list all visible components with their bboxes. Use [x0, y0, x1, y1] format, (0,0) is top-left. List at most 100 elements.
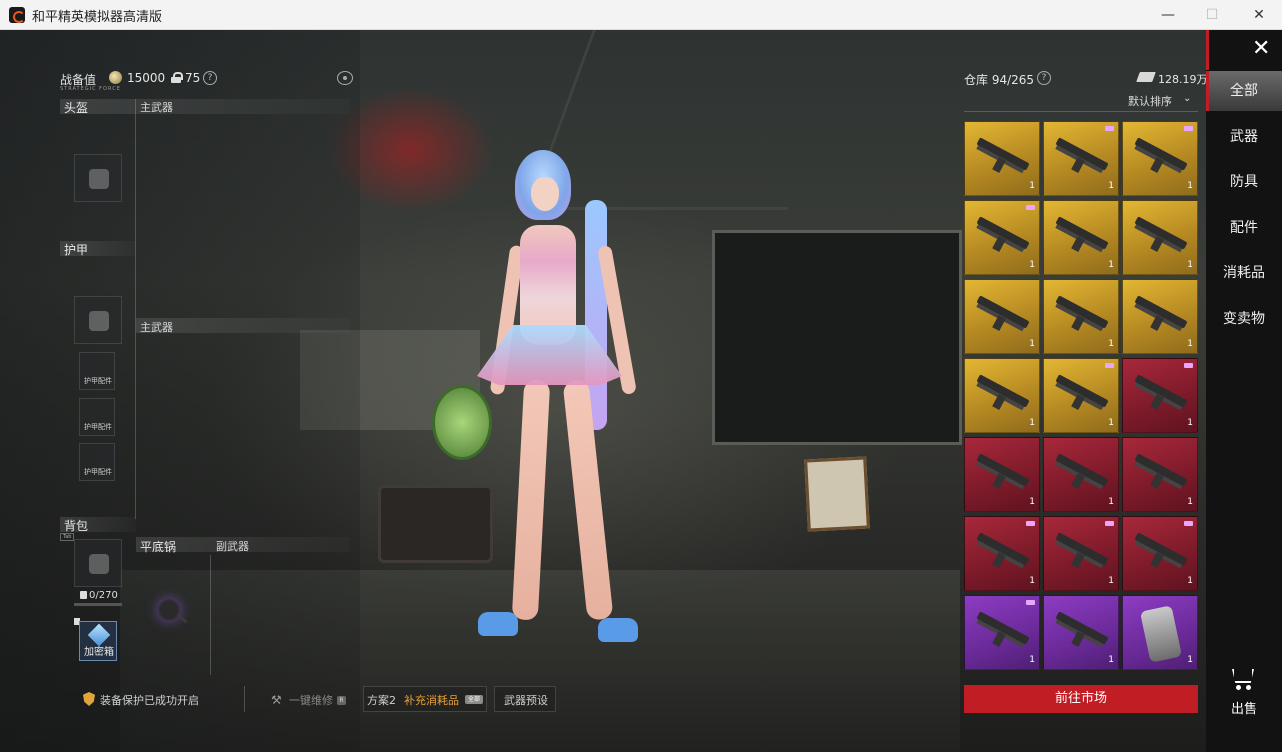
character-shoe-right — [598, 618, 638, 642]
item-cell[interactable]: 1 — [1043, 200, 1119, 275]
item-quantity: 1 — [1187, 418, 1193, 428]
item-cell[interactable]: 1 — [1043, 121, 1119, 196]
coin-icon — [109, 71, 122, 84]
item-quantity: 1 — [1187, 181, 1193, 191]
backpack-label: 背包 — [64, 519, 89, 533]
armor-attachment-label: 护甲配件 — [84, 377, 112, 385]
tab-hotkey-tag: Tab — [60, 533, 75, 541]
warehouse-header: 仓库 94/265 — [964, 71, 1034, 88]
item-cell[interactable]: 1 — [964, 595, 1040, 670]
backpack-slot[interactable] — [74, 539, 122, 587]
item-cell[interactable]: 1 — [1043, 358, 1119, 433]
item-cell[interactable]: 1 — [1043, 516, 1119, 591]
close-window-button[interactable]: ✕ — [1236, 0, 1282, 30]
item-cell[interactable]: 1 — [1043, 279, 1119, 354]
rifle-grip — [1150, 393, 1164, 411]
armor-attachment-slot-1[interactable]: 护甲配件 — [79, 352, 115, 390]
sidebar-tab[interactable]: 防具 — [1206, 162, 1282, 202]
rifle-grip — [992, 156, 1006, 174]
item-cell[interactable]: 1 — [964, 279, 1040, 354]
sort-dropdown[interactable]: 默认排序 — [1128, 93, 1172, 109]
repair-hotkey: R — [337, 696, 346, 705]
item-quantity: 1 — [1108, 339, 1114, 349]
item-cell[interactable]: 1 — [1043, 595, 1119, 670]
warehouse-label: 仓库 — [964, 73, 989, 87]
item-cell[interactable]: 1 — [1122, 200, 1198, 275]
secret-box-slot[interactable]: 加密箱 — [79, 621, 117, 661]
character-face — [531, 177, 559, 211]
item-quantity: 1 — [1029, 260, 1035, 270]
attachment-badge-icon — [1026, 521, 1035, 526]
melee-label: 平底锅 — [140, 540, 177, 554]
money-icon — [1136, 72, 1156, 82]
background-paper — [804, 456, 870, 532]
sidebar-tab[interactable]: 全部 — [1206, 71, 1282, 111]
rifle-grip — [1071, 235, 1085, 253]
rifle-grip — [1071, 314, 1085, 332]
item-quantity: 1 — [1029, 576, 1035, 586]
window-title: 和平精英模拟器高清版 — [32, 10, 163, 25]
help-icon[interactable]: ? — [203, 71, 217, 85]
item-cell[interactable]: 1 — [964, 358, 1040, 433]
armor-attachment-slot-3[interactable]: 护甲配件 — [79, 443, 115, 481]
primary-weapon-label-1: 主武器 — [140, 101, 173, 114]
item-cell[interactable]: 1 — [964, 437, 1040, 512]
rifle-grip — [1071, 156, 1085, 174]
cart-wheel — [1236, 685, 1241, 690]
cart-icon[interactable] — [1228, 665, 1258, 691]
eye-icon[interactable] — [337, 71, 353, 85]
sidebar-tab[interactable]: 配件 — [1206, 208, 1282, 248]
locked-value: 75 — [185, 71, 201, 85]
repair-button[interactable]: 一键维修 — [289, 692, 333, 708]
warehouse-help-icon[interactable]: ? — [1037, 71, 1051, 85]
close-icon[interactable]: ✕ — [1252, 38, 1270, 60]
app-window: 和平精英模拟器高清版 — ☐ ✕ 战备值 STRATEGIC FORCE 150… — [0, 0, 1282, 752]
attachment-badge-icon — [1026, 205, 1035, 210]
item-quantity: 1 — [1029, 181, 1035, 191]
backpack-capacity: 0/270 — [89, 590, 118, 601]
sidebar-tab[interactable]: 变卖物 — [1206, 299, 1282, 339]
combat-value: 15000 — [127, 71, 166, 85]
item-cell[interactable]: 1 — [1122, 121, 1198, 196]
attachment-badge-icon — [1105, 521, 1114, 526]
sell-button[interactable]: 出售 — [1206, 698, 1282, 717]
restock-button[interactable]: 补充消耗品 — [404, 692, 459, 708]
item-quantity: 1 — [1029, 497, 1035, 507]
rifle-grip — [1150, 235, 1164, 253]
minimize-button[interactable]: — — [1145, 0, 1191, 30]
armor-slot[interactable] — [74, 296, 122, 344]
item-quantity: 1 — [1108, 655, 1114, 665]
armor-label: 护甲 — [64, 243, 89, 257]
background-chalkboard — [712, 230, 962, 445]
app-logo-icon — [9, 7, 25, 23]
bottom-divider — [244, 686, 245, 712]
maximize-button[interactable]: ☐ — [1189, 0, 1235, 30]
item-cell[interactable]: 1 — [964, 200, 1040, 275]
item-cell[interactable]: 1 — [964, 121, 1040, 196]
item-cell[interactable]: 1 — [1122, 279, 1198, 354]
rifle-grip — [1150, 314, 1164, 332]
item-cell[interactable]: 1 — [1122, 516, 1198, 591]
item-cell[interactable]: 1 — [1043, 437, 1119, 512]
item-quantity: 1 — [1029, 418, 1035, 428]
item-quantity: 1 — [1029, 655, 1035, 665]
sidebar-accent — [1206, 30, 1209, 70]
cart-wheel — [1246, 685, 1251, 690]
attachment-badge-icon — [1026, 600, 1035, 605]
item-cell[interactable]: 1 — [1122, 437, 1198, 512]
item-cell[interactable]: 1 — [1122, 595, 1198, 670]
helmet-slot[interactable] — [74, 154, 122, 202]
capacity-lock-icon — [80, 591, 87, 599]
item-grid: 1 1 1 1 1 1 1 1 1 1 1 1 1 1 1 1 1 1 1 1 1 — [964, 121, 1198, 681]
frying-pan-icon[interactable] — [158, 599, 180, 621]
restock-tag: 全部 — [465, 695, 483, 704]
item-cell[interactable]: 1 — [1122, 358, 1198, 433]
sidebar-tab[interactable]: 武器 — [1206, 117, 1282, 157]
attachment-badge-icon — [1184, 521, 1193, 526]
sidebar-tab[interactable]: 消耗品 — [1206, 253, 1282, 293]
item-quantity: 1 — [1108, 260, 1114, 270]
item-cell[interactable]: 1 — [964, 516, 1040, 591]
go-to-market-button[interactable]: 前往市场 — [964, 685, 1198, 713]
armor-attachment-slot-2[interactable]: 护甲配件 — [79, 398, 115, 436]
chevron-down-icon[interactable]: ⌄ — [1183, 93, 1191, 104]
